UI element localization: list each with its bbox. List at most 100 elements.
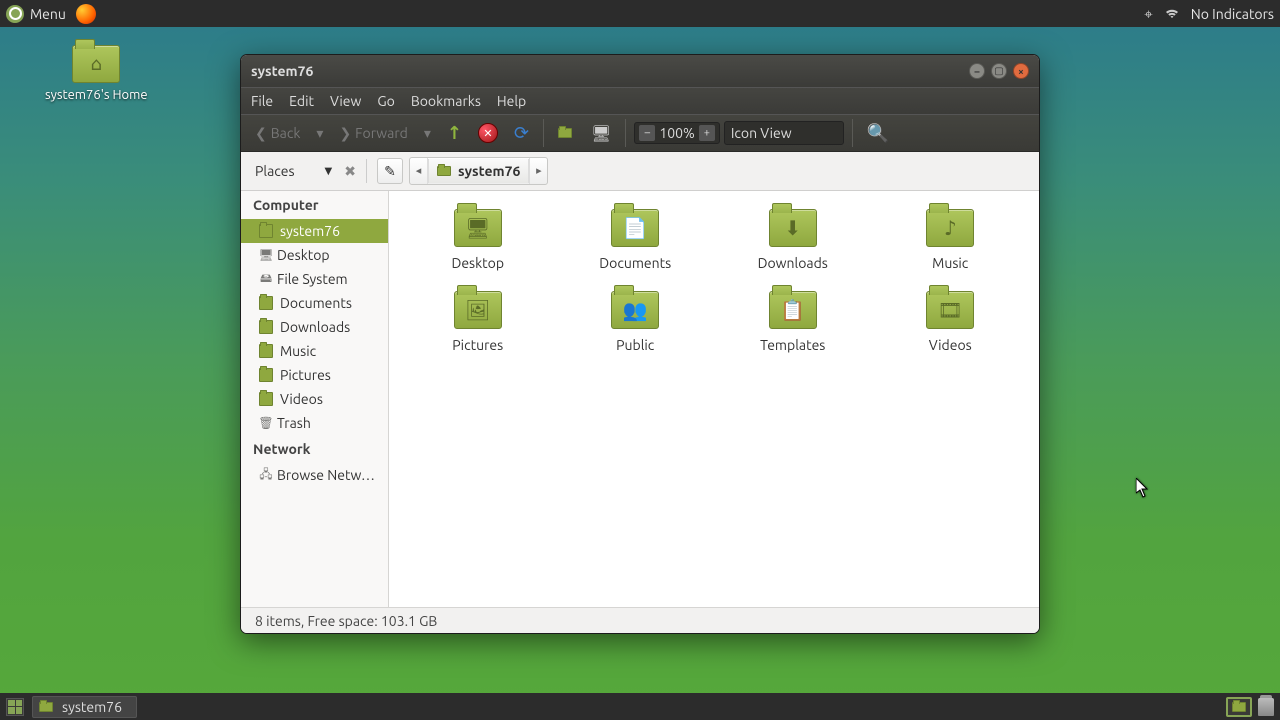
applications-menu-button[interactable]: Menu [6,5,66,23]
edit-path-button[interactable]: ✎ [377,158,403,184]
main-toolbar: ❮ Back ▾ ❯ Forward ▾ ↑ ✕ ⟳ 🖥 – 100% + Ic… [241,114,1039,152]
distro-logo-icon [6,5,24,23]
zoom-level: 100% [659,125,694,141]
stop-icon: ✕ [478,123,498,143]
forward-label: Forward [355,125,408,141]
folder-icon [259,320,273,334]
stop-button[interactable]: ✕ [472,119,504,147]
desktop-home-label: system76's Home [45,88,148,102]
sidebar-item-desktop[interactable]: 🖥Desktop [241,243,388,267]
computer-button[interactable]: 🖥 [585,120,617,147]
menu-view[interactable]: View [330,93,361,109]
desktop-icon: 🖥 [455,210,501,246]
view-mode-label: Icon View [731,125,792,141]
sidebar-item-trash[interactable]: 🗑Trash [241,411,388,435]
back-button[interactable]: ❮ Back [249,121,306,146]
indicators-label[interactable]: No Indicators [1191,6,1274,22]
network-icon: 🖧 [259,468,273,482]
sidebar-item-downloads[interactable]: Downloads [241,315,388,339]
window-close-button[interactable]: × [1013,63,1029,79]
status-bar: 8 items, Free space: 103.1 GB [241,607,1039,633]
sidebar-item-browse-network[interactable]: 🖧Browse Netw… [241,463,388,487]
zoom-in-button[interactable]: + [699,125,715,141]
tray-file-manager-icon[interactable] [1226,697,1252,717]
folder-view[interactable]: 🖥Desktop 📄Documents ⬇Downloads ♪Music 🖼P… [389,191,1039,607]
sidebar-item-music[interactable]: Music [241,339,388,363]
wifi-icon[interactable] [1163,3,1181,24]
menu-go[interactable]: Go [377,93,394,109]
sidebar-item-filesystem[interactable]: 🖴File System [241,267,388,291]
desktop-home-icon[interactable]: ⌂ system76's Home [45,45,148,102]
folder-icon [259,344,273,358]
chevron-down-icon: ▼ [325,165,333,177]
folder-icon [259,392,273,406]
places-selector[interactable]: Places ▼ [249,159,338,183]
folder-music[interactable]: ♪Music [882,209,1020,271]
sidebar-item-pictures[interactable]: Pictures [241,363,388,387]
close-sidebar-button[interactable]: ✖ [344,163,356,180]
breadcrumb-prev[interactable]: ◂ [410,158,428,184]
zoom-control: – 100% + [634,122,719,144]
up-button[interactable]: ↑ [441,119,468,148]
public-icon: 👥 [612,292,658,328]
folder-templates[interactable]: 📋Templates [724,291,862,353]
menu-help[interactable]: Help [497,93,526,109]
window-minimize-button[interactable]: – [969,63,985,79]
music-icon: ♪ [927,210,973,246]
back-history-dropdown[interactable]: ▾ [310,121,329,146]
window-maximize-button[interactable]: ▢ [991,63,1007,79]
sidebar-item-documents[interactable]: Documents [241,291,388,315]
pictures-icon: 🖼 [455,292,501,328]
sidebar-header-network: Network [241,435,388,463]
file-manager-window: system76 – ▢ × File Edit View Go Bookmar… [240,54,1040,634]
breadcrumb-current[interactable]: system76 [428,159,529,183]
status-text: 8 items, Free space: 103.1 GB [255,613,437,629]
folder-icon [39,702,53,712]
desktop-icon: 🖥 [259,248,273,262]
folder-icon [259,296,273,310]
show-desktop-button[interactable] [6,698,24,716]
menu-edit[interactable]: Edit [289,93,314,109]
menu-file[interactable]: File [251,93,273,109]
chevron-left-icon: ❮ [255,125,267,142]
tray-trash-icon[interactable] [1258,698,1274,716]
folder-desktop[interactable]: 🖥Desktop [409,209,547,271]
document-icon: 📄 [612,210,658,246]
taskbar-item-label: system76 [62,699,122,715]
breadcrumb-next[interactable]: ▸ [529,158,547,184]
bluetooth-icon[interactable]: ⌖ [1144,5,1152,23]
folder-public[interactable]: 👥Public [567,291,705,353]
sidebar-header-computer: Computer [241,191,388,219]
firefox-launcher-icon[interactable] [76,4,96,24]
monitor-icon: 🖥 [591,124,611,143]
folder-documents[interactable]: 📄Documents [567,209,705,271]
drive-icon: 🖴 [259,272,273,286]
videos-icon: 🎞 [927,292,973,328]
forward-button[interactable]: ❯ Forward [333,121,413,146]
home-button[interactable] [552,124,581,142]
folder-icon [259,224,273,238]
bottom-panel: system76 [0,693,1280,720]
menu-label: Menu [30,6,66,22]
zoom-out-button[interactable]: – [639,125,655,141]
forward-history-dropdown[interactable]: ▾ [418,121,437,146]
places-label: Places [255,163,295,179]
folder-videos[interactable]: 🎞Videos [882,291,1020,353]
folder-icon [259,368,273,382]
location-toolbar: Places ▼ ✖ ✎ ◂ system76 ▸ [241,152,1039,191]
menu-bookmarks[interactable]: Bookmarks [411,93,481,109]
chevron-right-icon: ❯ [339,125,351,142]
window-title: system76 [251,63,313,79]
taskbar-item-file-manager[interactable]: system76 [32,696,137,718]
window-titlebar[interactable]: system76 – ▢ × [241,55,1039,87]
search-button[interactable]: 🔍 [861,119,895,148]
folder-pictures[interactable]: 🖼Pictures [409,291,547,353]
folder-downloads[interactable]: ⬇Downloads [724,209,862,271]
reload-button[interactable]: ⟳ [508,119,535,148]
download-icon: ⬇ [770,210,816,246]
mouse-cursor [1136,478,1150,498]
places-sidebar: Computer system76 🖥Desktop 🖴File System … [241,191,389,607]
view-mode-select[interactable]: Icon View [724,121,844,145]
sidebar-item-videos[interactable]: Videos [241,387,388,411]
sidebar-item-home[interactable]: system76 [241,219,388,243]
